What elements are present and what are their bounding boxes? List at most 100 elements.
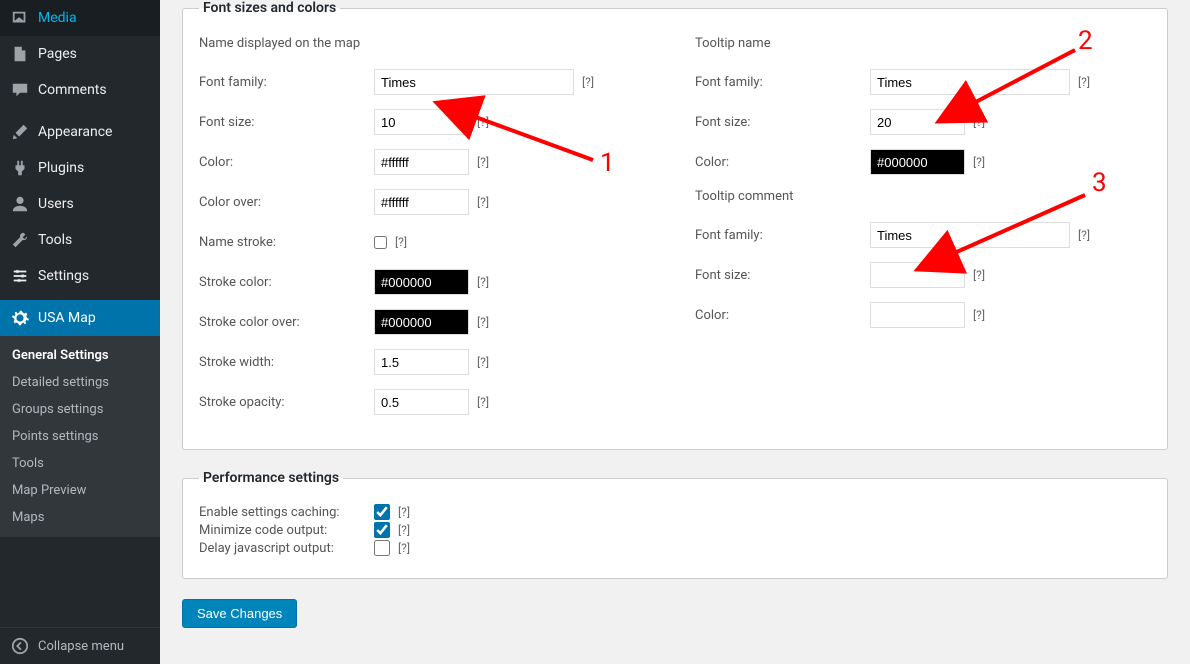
- help-icon[interactable]: [?]: [582, 75, 594, 89]
- color-input[interactable]: [374, 149, 469, 175]
- tc-font-family-label: Font family:: [695, 228, 870, 243]
- section-heading: Tooltip comment: [695, 189, 1151, 204]
- wrench-icon: [10, 230, 30, 250]
- help-icon[interactable]: [?]: [398, 523, 410, 537]
- stroke-width-label: Stroke width:: [199, 355, 374, 370]
- sidebar-item-label: USA Map: [38, 310, 96, 326]
- sidebar-item-media[interactable]: Media: [0, 0, 160, 36]
- sidebar-item-tools[interactable]: Tools: [0, 222, 160, 258]
- fieldset-legend: Font sizes and colors: [199, 0, 340, 16]
- color-over-input[interactable]: [374, 189, 469, 215]
- save-button[interactable]: Save Changes: [182, 599, 297, 628]
- submenu-item-general-settings[interactable]: General Settings: [0, 342, 160, 369]
- help-icon[interactable]: [?]: [1078, 228, 1090, 242]
- submenu-item-points-settings[interactable]: Points settings: [0, 423, 160, 450]
- left-column: Name displayed on the map Font family: […: [199, 36, 655, 429]
- tt-font-family-input[interactable]: [870, 69, 1070, 95]
- stroke-opacity-label: Stroke opacity:: [199, 395, 374, 410]
- sidebar-item-settings[interactable]: Settings: [0, 258, 160, 294]
- perf-minimize-checkbox[interactable]: [374, 522, 390, 538]
- comment-icon: [10, 80, 30, 100]
- font-family-input[interactable]: [374, 69, 574, 95]
- stroke-color-over-input[interactable]: [374, 309, 469, 335]
- tt-color-input[interactable]: [870, 149, 965, 175]
- sidebar-item-appearance[interactable]: Appearance: [0, 114, 160, 150]
- font-family-label: Font family:: [199, 75, 374, 90]
- sidebar-item-users[interactable]: Users: [0, 186, 160, 222]
- name-stroke-label: Name stroke:: [199, 235, 374, 250]
- help-icon[interactable]: [?]: [973, 308, 985, 322]
- submenu-item-tools[interactable]: Tools: [0, 450, 160, 477]
- name-stroke-checkbox[interactable]: [374, 236, 387, 249]
- gear-icon: [10, 308, 30, 328]
- help-icon[interactable]: [?]: [477, 315, 489, 329]
- collapse-icon: [10, 636, 30, 656]
- collapse-menu-button[interactable]: Collapse menu: [0, 627, 160, 664]
- help-icon[interactable]: [?]: [973, 155, 985, 169]
- help-icon[interactable]: [?]: [395, 235, 407, 249]
- color-label: Color:: [199, 155, 374, 170]
- sidebar-item-comments[interactable]: Comments: [0, 72, 160, 108]
- submenu-item-maps[interactable]: Maps: [0, 504, 160, 531]
- right-column: Tooltip name Font family: [?] Font size:…: [695, 36, 1151, 429]
- sliders-icon: [10, 266, 30, 286]
- tc-color-input[interactable]: [870, 302, 965, 328]
- stroke-color-over-label: Stroke color over:: [199, 315, 374, 330]
- help-icon[interactable]: [?]: [477, 395, 489, 409]
- help-icon[interactable]: [?]: [477, 195, 489, 209]
- fieldset-legend: Performance settings: [199, 470, 343, 486]
- performance-fieldset: Performance settings Enable settings cac…: [182, 470, 1168, 579]
- tt-font-size-label: Font size:: [695, 115, 870, 130]
- help-icon[interactable]: [?]: [398, 505, 410, 519]
- sidebar-item-pages[interactable]: Pages: [0, 36, 160, 72]
- sidebar-submenu: General SettingsDetailed settingsGroups …: [0, 336, 160, 537]
- perf-caching-checkbox[interactable]: [374, 504, 390, 520]
- main-content: Font sizes and colors Name displayed on …: [160, 0, 1190, 664]
- submenu-item-groups-settings[interactable]: Groups settings: [0, 396, 160, 423]
- sidebar-item-label: Pages: [38, 46, 77, 62]
- help-icon[interactable]: [?]: [477, 355, 489, 369]
- stroke-color-label: Stroke color:: [199, 275, 374, 290]
- user-icon: [10, 194, 30, 214]
- section-heading: Tooltip name: [695, 36, 1151, 51]
- tc-color-label: Color:: [695, 308, 870, 323]
- color-over-label: Color over:: [199, 195, 374, 210]
- submenu-item-map-preview[interactable]: Map Preview: [0, 477, 160, 504]
- help-icon[interactable]: [?]: [973, 268, 985, 282]
- perf-delay-label: Delay javascript output:: [199, 541, 374, 556]
- help-icon[interactable]: [?]: [477, 275, 489, 289]
- perf-delay-checkbox[interactable]: [374, 540, 390, 556]
- tt-color-label: Color:: [695, 155, 870, 170]
- submenu-item-detailed-settings[interactable]: Detailed settings: [0, 369, 160, 396]
- font-size-label: Font size:: [199, 115, 374, 130]
- sidebar-item-usa-map[interactable]: USA Map: [0, 300, 160, 336]
- tt-font-size-input[interactable]: [870, 109, 965, 135]
- stroke-opacity-input[interactable]: [374, 389, 469, 415]
- page-icon: [10, 44, 30, 64]
- help-icon[interactable]: [?]: [973, 115, 985, 129]
- sidebar-item-label: Media: [38, 10, 77, 26]
- font-sizes-fieldset: Font sizes and colors Name displayed on …: [182, 0, 1168, 450]
- collapse-label: Collapse menu: [38, 639, 124, 654]
- sidebar-item-label: Tools: [38, 232, 72, 248]
- admin-sidebar: Media Pages Comments Appearance Plugins Users…: [0, 0, 160, 664]
- sidebar-item-label: Plugins: [38, 160, 84, 176]
- font-size-input[interactable]: [374, 109, 469, 135]
- tc-font-size-label: Font size:: [695, 268, 870, 283]
- section-heading: Name displayed on the map: [199, 36, 655, 51]
- sidebar-item-plugins[interactable]: Plugins: [0, 150, 160, 186]
- tc-font-size-input[interactable]: [870, 262, 965, 288]
- sidebar-item-label: Appearance: [38, 124, 112, 140]
- help-icon[interactable]: [?]: [477, 115, 489, 129]
- help-icon[interactable]: [?]: [1078, 75, 1090, 89]
- tt-font-family-label: Font family:: [695, 75, 870, 90]
- sidebar-item-label: Comments: [38, 82, 107, 98]
- stroke-color-input[interactable]: [374, 269, 469, 295]
- help-icon[interactable]: [?]: [398, 541, 410, 555]
- tc-font-family-input[interactable]: [870, 222, 1070, 248]
- media-icon: [10, 8, 30, 28]
- brush-icon: [10, 122, 30, 142]
- help-icon[interactable]: [?]: [477, 155, 489, 169]
- sidebar-item-label: Users: [38, 196, 74, 212]
- stroke-width-input[interactable]: [374, 349, 469, 375]
